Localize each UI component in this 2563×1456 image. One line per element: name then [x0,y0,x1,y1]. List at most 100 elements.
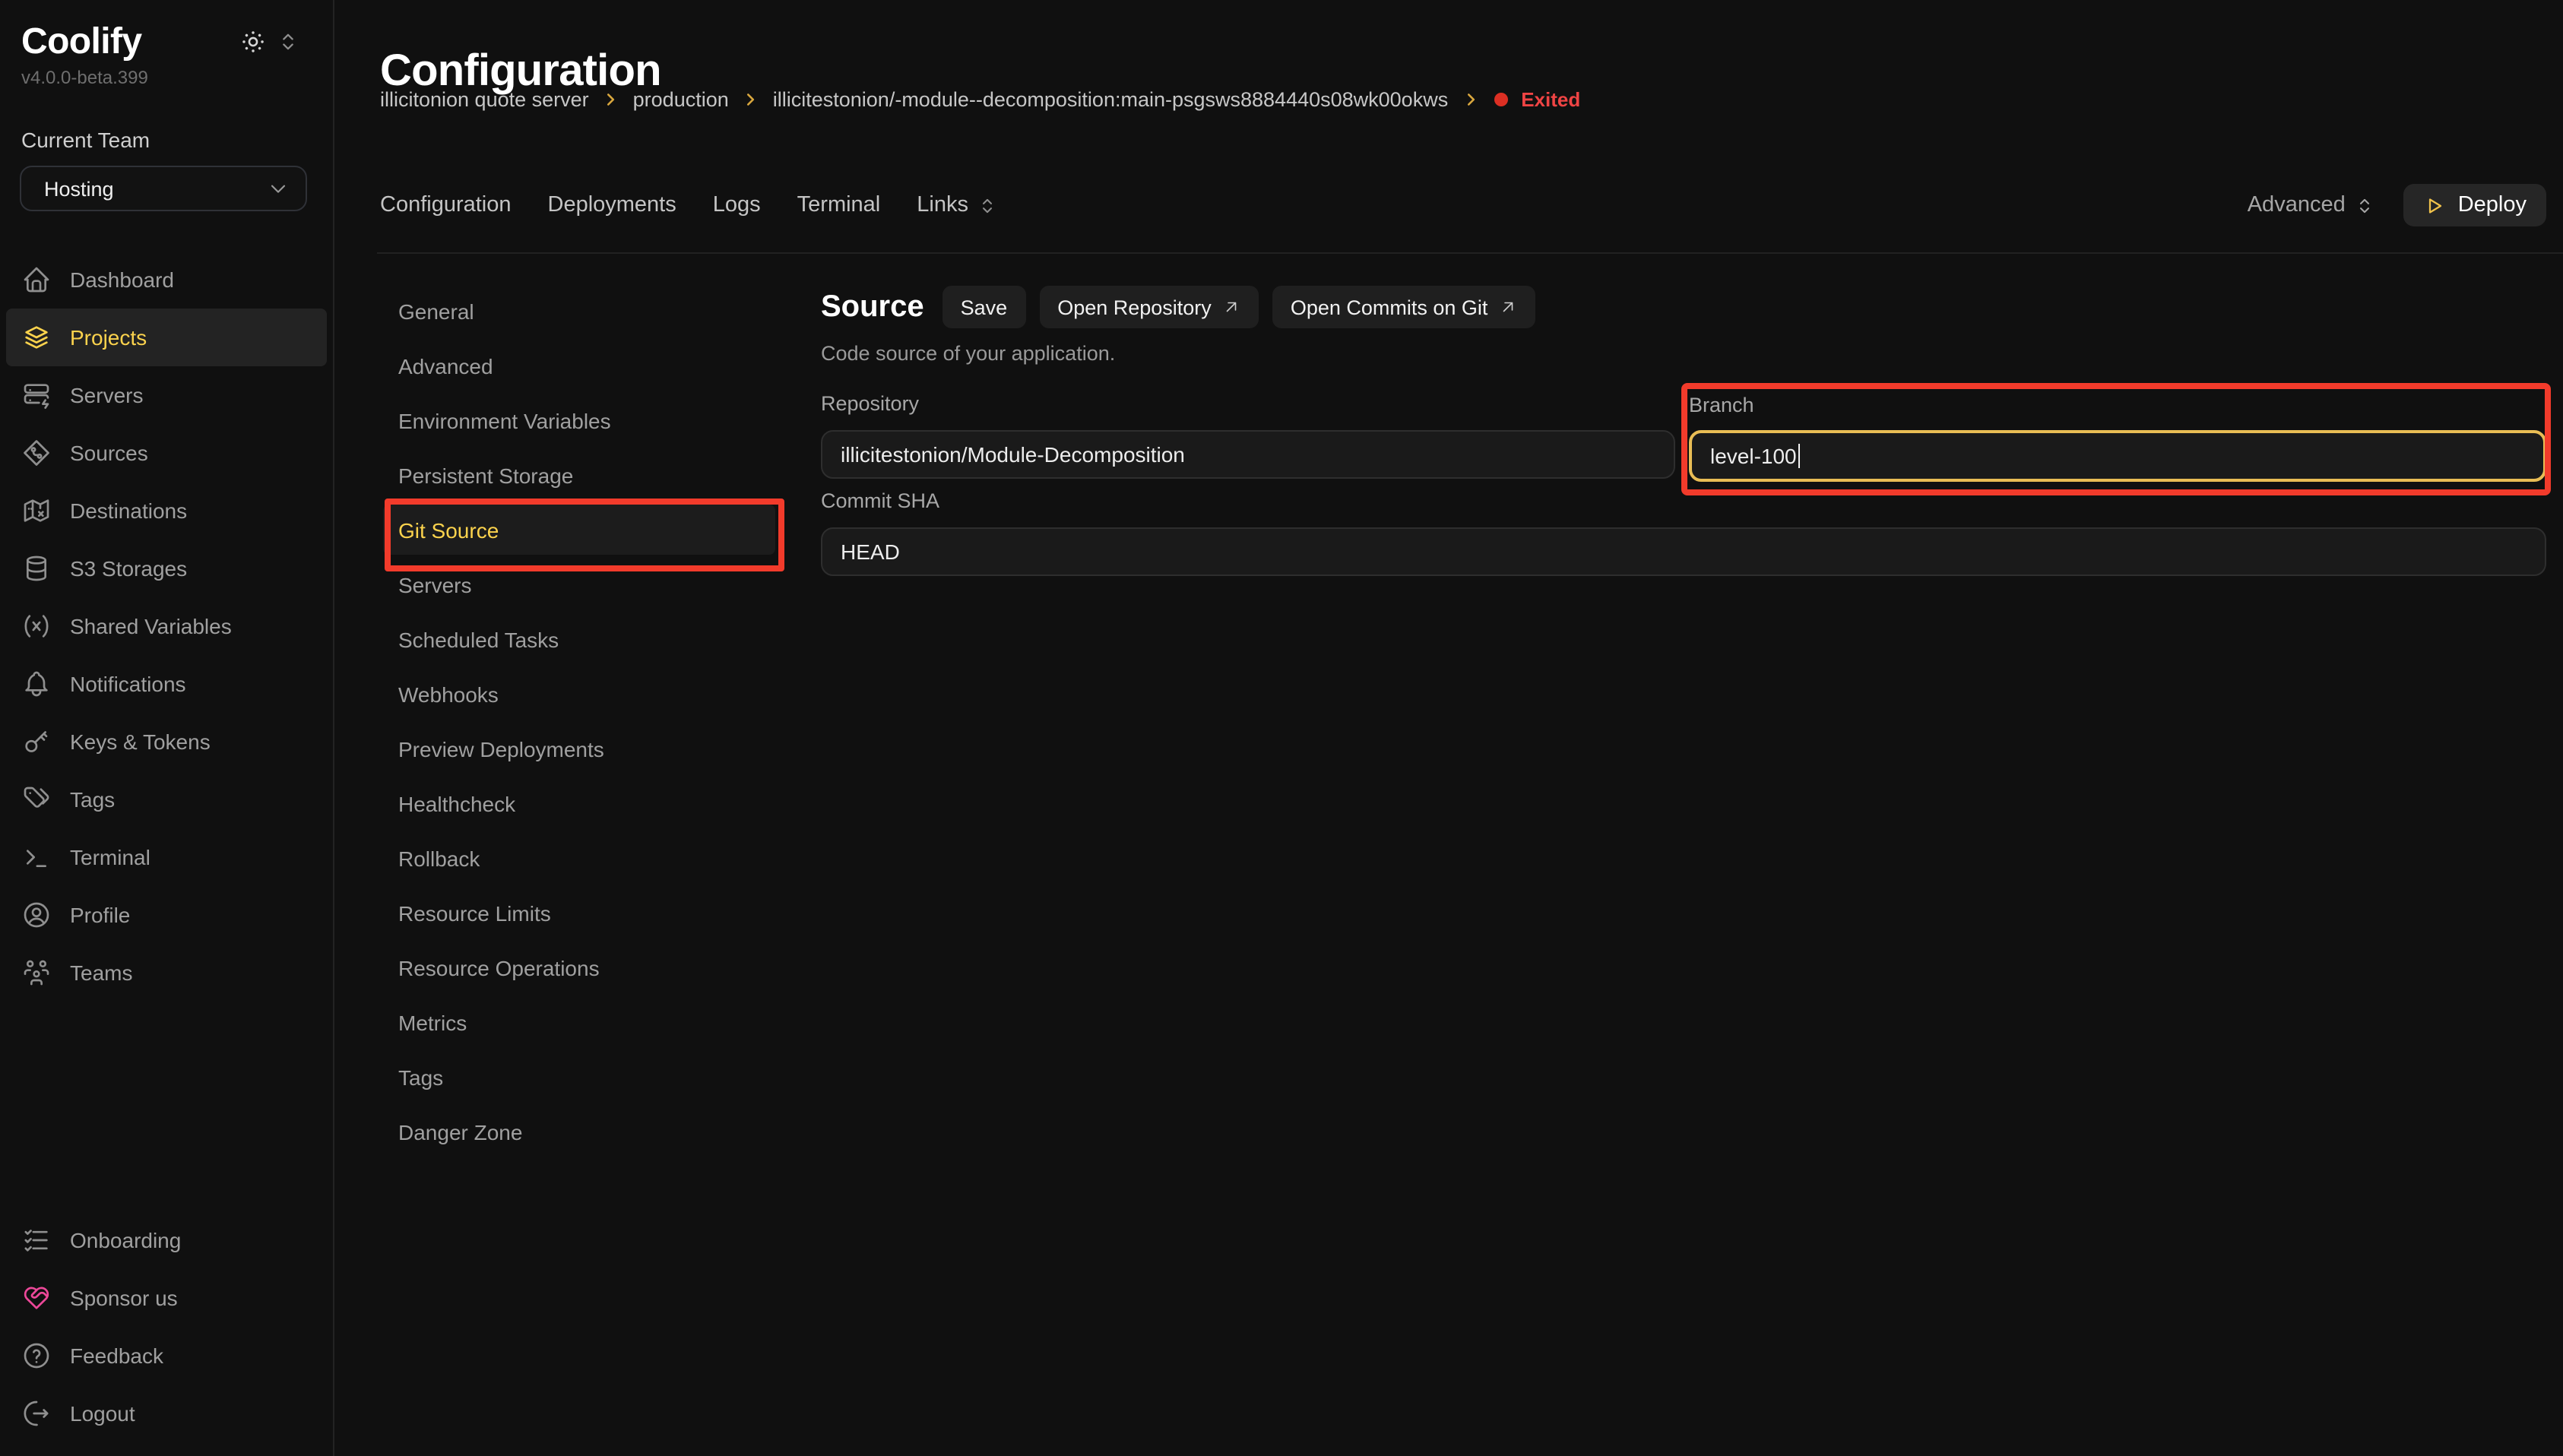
app-logo[interactable]: Coolify [21,20,312,64]
branch-input[interactable]: level-100 [1689,430,2546,482]
config-nav-item-general[interactable]: General [383,286,775,336]
sidebar-selector-icon[interactable] [275,29,301,55]
team-selector[interactable]: Hosting [20,166,307,211]
breadcrumb-segment[interactable]: illicitonion quote server [380,88,589,111]
commit-sha-label: Commit SHA [821,489,2546,515]
sidebar-item-s3-storages[interactable]: S3 Storages [6,540,327,597]
variables-icon [21,611,52,641]
save-button[interactable]: Save [943,286,1026,328]
sidebar-item-keys-tokens[interactable]: Keys & Tokens [6,713,327,771]
repository-value: illicitestonion/Module-Decomposition [841,442,1185,467]
config-nav-item-metrics[interactable]: Metrics [383,997,775,1047]
tab-divider [377,252,2563,254]
tab-configuration[interactable]: Configuration [380,193,512,217]
sidebar-item-label: Sponsor us [70,1286,178,1310]
sidebar-item-sponsor-us[interactable]: Sponsor us [6,1269,327,1327]
chevron-right-icon [1460,90,1480,109]
map-icon [21,495,52,526]
breadcrumb-segment[interactable]: production [633,88,729,111]
tab-label: Configuration [380,193,512,217]
tab-label: Links [917,193,968,217]
config-nav-item-scheduled-tasks[interactable]: Scheduled Tasks [383,614,775,664]
config-nav-item-resource-limits[interactable]: Resource Limits [383,888,775,938]
open-repository-label: Open Repository [1057,296,1212,318]
layers-icon [21,322,52,353]
sidebar-item-profile[interactable]: Profile [6,886,327,944]
checklist-icon [21,1225,52,1255]
advanced-dropdown[interactable]: Advanced [2248,193,2376,217]
tab-label: Terminal [797,193,881,217]
breadcrumb-segment[interactable]: illicitestonion/-module--decomposition:m… [773,88,1448,111]
config-nav-item-resource-operations[interactable]: Resource Operations [383,942,775,992]
play-icon [2423,194,2446,217]
selector-icon [976,194,999,217]
config-nav-item-advanced[interactable]: Advanced [383,340,775,391]
breadcrumb: illicitonion quote server production illic… [380,88,1580,111]
sun-icon [239,27,268,56]
status-badge: Exited [1521,88,1580,111]
sidebar-item-servers[interactable]: Servers [6,366,327,424]
tab-deployments[interactable]: Deployments [548,193,676,217]
repository-label: Repository [821,392,1675,418]
heart-handshake-icon [21,1283,52,1313]
config-nav-item-persistent-storage[interactable]: Persistent Storage [383,450,775,500]
sidebar-item-terminal[interactable]: Terminal [6,828,327,886]
commit-sha-input[interactable]: HEAD [821,527,2546,576]
config-nav-item-tags[interactable]: Tags [383,1052,775,1102]
users-group-icon [21,957,52,988]
tab-links[interactable]: Links [917,193,999,217]
config-nav-item-rollback[interactable]: Rollback [383,833,775,883]
source-description: Code source of your application. [821,342,2546,365]
config-nav-item-git-source[interactable]: Git Source [383,505,775,555]
repository-input[interactable]: illicitestonion/Module-Decomposition [821,430,1675,479]
sidebar: Coolify v4.0.0-beta.399 Current Team Hos… [0,0,334,1456]
sidebar-item-sources[interactable]: Sources [6,424,327,482]
deploy-button[interactable]: Deploy [2403,184,2546,226]
open-repository-button[interactable]: Open Repository [1039,286,1259,328]
key-icon [21,726,52,757]
tab-terminal[interactable]: Terminal [797,193,881,217]
sidebar-item-label: S3 Storages [70,556,187,581]
server-icon [21,380,52,410]
selector-icon [275,29,301,55]
sidebar-item-tags[interactable]: Tags [6,771,327,828]
sidebar-item-logout[interactable]: Logout [6,1385,327,1442]
repository-field: Repository illicitestonion/Module-Decomp… [821,392,1675,479]
sidebar-item-label: Keys & Tokens [70,730,211,754]
sidebar-item-label: Destinations [70,499,187,523]
sidebar-item-label: Servers [70,383,143,407]
chevron-right-icon [741,90,761,109]
sidebar-item-dashboard[interactable]: Dashboard [6,251,327,309]
theme-toggle-sun-icon[interactable] [239,27,268,56]
sidebar-item-projects[interactable]: Projects [6,309,327,366]
tab-label: Deployments [548,193,676,217]
git-source-icon [21,438,52,468]
source-heading: Source [821,290,924,324]
sidebar-item-label: Terminal [70,845,150,869]
config-nav-item-webhooks[interactable]: Webhooks [383,669,775,719]
sidebar-item-notifications[interactable]: Notifications [6,655,327,713]
user-circle-icon [21,900,52,930]
config-nav-item-danger-zone[interactable]: Danger Zone [383,1106,775,1157]
sidebar-item-label: Sources [70,441,148,465]
config-nav-item-healthcheck[interactable]: Healthcheck [383,778,775,828]
sidebar-item-onboarding[interactable]: Onboarding [6,1211,327,1269]
config-nav-item-preview-deployments[interactable]: Preview Deployments [383,723,775,774]
branch-field: Branch level-100 [1689,394,2546,482]
arrow-up-right-icon [1222,298,1240,316]
open-commits-label: Open Commits on Git [1291,296,1488,318]
sidebar-item-shared-variables[interactable]: Shared Variables [6,597,327,655]
sidebar-item-teams[interactable]: Teams [6,944,327,1002]
bell-icon [21,669,52,699]
config-nav-item-servers[interactable]: Servers [383,559,775,609]
help-circle-icon [21,1340,52,1371]
sidebar-item-destinations[interactable]: Destinations [6,482,327,540]
save-label: Save [961,296,1008,318]
open-commits-button[interactable]: Open Commits on Git [1272,286,1535,328]
tab-bar: Configuration Deployments Logs Terminal Link… [380,181,2546,229]
external-link-icon [1222,298,1240,316]
coolify-app: Coolify v4.0.0-beta.399 Current Team Hos… [0,0,2563,1456]
sidebar-item-feedback[interactable]: Feedback [6,1327,327,1385]
config-nav-item-environment-variables[interactable]: Environment Variables [383,395,775,445]
tab-logs[interactable]: Logs [713,193,761,217]
